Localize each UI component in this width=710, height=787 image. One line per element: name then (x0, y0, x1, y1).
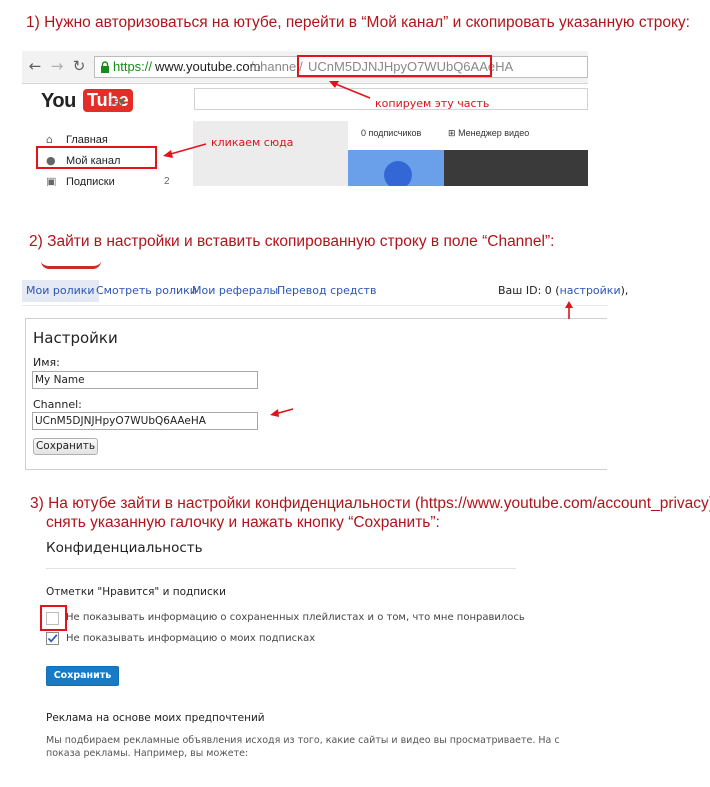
checkmark-icon (47, 634, 58, 643)
step-3-instruction-line1: 3) На ютубе зайти в настройки конфиденци… (30, 495, 710, 512)
save-privacy-button[interactable]: Сохранить (46, 666, 119, 686)
annotation-arrows-2 (270, 301, 573, 417)
ads-description-line2: показа рекламы. Например, вы можете: (46, 748, 249, 759)
checkbox-hide-subscriptions[interactable] (46, 632, 59, 645)
highlight-checkbox (40, 605, 67, 631)
ads-description-line1: Мы подбираем рекламные объявления исходя… (46, 735, 560, 746)
privacy-title: Конфиденциальность (46, 540, 203, 556)
divider (46, 568, 516, 569)
likes-subscriptions-heading: Отметки "Нравится" и подписки (46, 586, 226, 598)
step-3-instruction-line2: снять указанную галочку и нажать кнопку … (46, 514, 440, 531)
checkbox-hide-playlists-likes-label: Не показывать информацию о сохраненных п… (66, 612, 525, 623)
checkbox-hide-subscriptions-label: Не показывать информацию о моих подписка… (66, 633, 316, 644)
ads-heading: Реклама на основе моих предпочтений (46, 712, 265, 724)
